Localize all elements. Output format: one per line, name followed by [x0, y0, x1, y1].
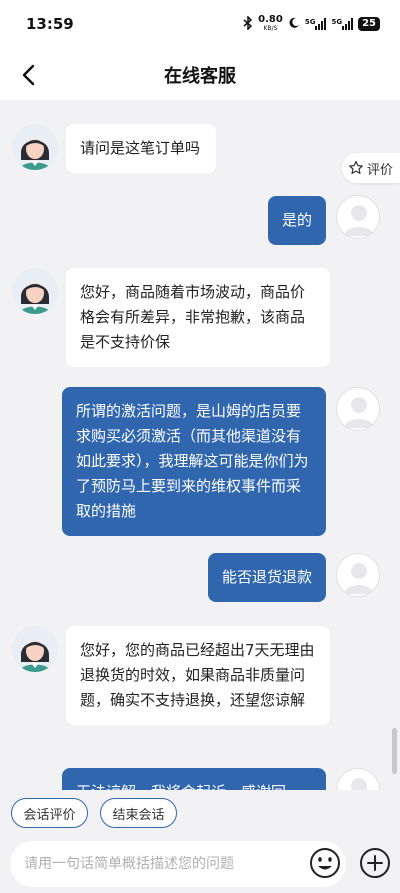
message-bubble: 是的 [267, 196, 326, 245]
net-speed: 0.80 KB/S [258, 14, 283, 33]
message-input[interactable] [10, 841, 346, 887]
plus-icon [360, 848, 390, 878]
nav-bar: 在线客服 [0, 50, 400, 100]
rate-button-label: 评价 [367, 162, 394, 178]
status-time: 13:59 [26, 15, 74, 33]
signal-bars-icon [315, 18, 327, 30]
bluetooth-icon [243, 14, 253, 33]
status-icons: 0.80 KB/S 5G 5G 25 [243, 15, 380, 33]
signal-2: 5G [331, 18, 354, 30]
agent-avatar [12, 626, 58, 672]
rate-session-button[interactable]: 会话评价 [11, 798, 88, 828]
message-bubble: 请问是这笔订单吗 [66, 124, 216, 173]
add-button[interactable] [358, 846, 392, 880]
battery-indicator: 25 [358, 17, 380, 31]
scrollbar[interactable] [392, 728, 397, 774]
message-bubble: 您好，商品随着市场波动，商品价格会有所差异，非常抱歉，该商品是不支持价保 [66, 268, 330, 367]
message-bubble: 无法谅解，我将会起诉，感谢回 [62, 768, 326, 790]
signal-1: 5G [305, 18, 327, 30]
message-bubble: 您好，您的商品已经超出7天无理由退换货的时效，如果商品非质量问题，确实不支持退换… [66, 626, 330, 725]
chat-area[interactable]: 请问是这笔订单吗 是的 您好，商品随着市场波动，商品价格会有所差异，非常抱歉，该… [0, 100, 400, 790]
end-session-button[interactable]: 结束会话 [100, 798, 177, 828]
quick-actions: 会话评价 结束会话 [0, 790, 400, 835]
star-icon [349, 160, 363, 174]
message-bubble: 能否退货退款 [207, 553, 326, 602]
emoji-button[interactable] [308, 846, 342, 880]
input-bar [0, 835, 400, 893]
agent-avatar [12, 268, 58, 314]
status-bar: 13:59 0.80 KB/S 5G 5G 25 [0, 0, 400, 50]
user-avatar [336, 553, 380, 597]
moon-icon [288, 17, 300, 32]
user-avatar [336, 195, 380, 239]
agent-avatar [12, 124, 58, 170]
user-avatar [336, 387, 380, 431]
emoji-icon [310, 848, 340, 878]
signal-bars-icon [342, 18, 354, 30]
user-avatar [336, 768, 380, 790]
message-bubble: 所谓的激活问题，是山姆的店员要求购买必须激活（而其他渠道没有如此要求），我理解这… [62, 387, 326, 536]
page-title: 在线客服 [164, 66, 236, 87]
rate-button[interactable]: 评价 [342, 153, 400, 183]
